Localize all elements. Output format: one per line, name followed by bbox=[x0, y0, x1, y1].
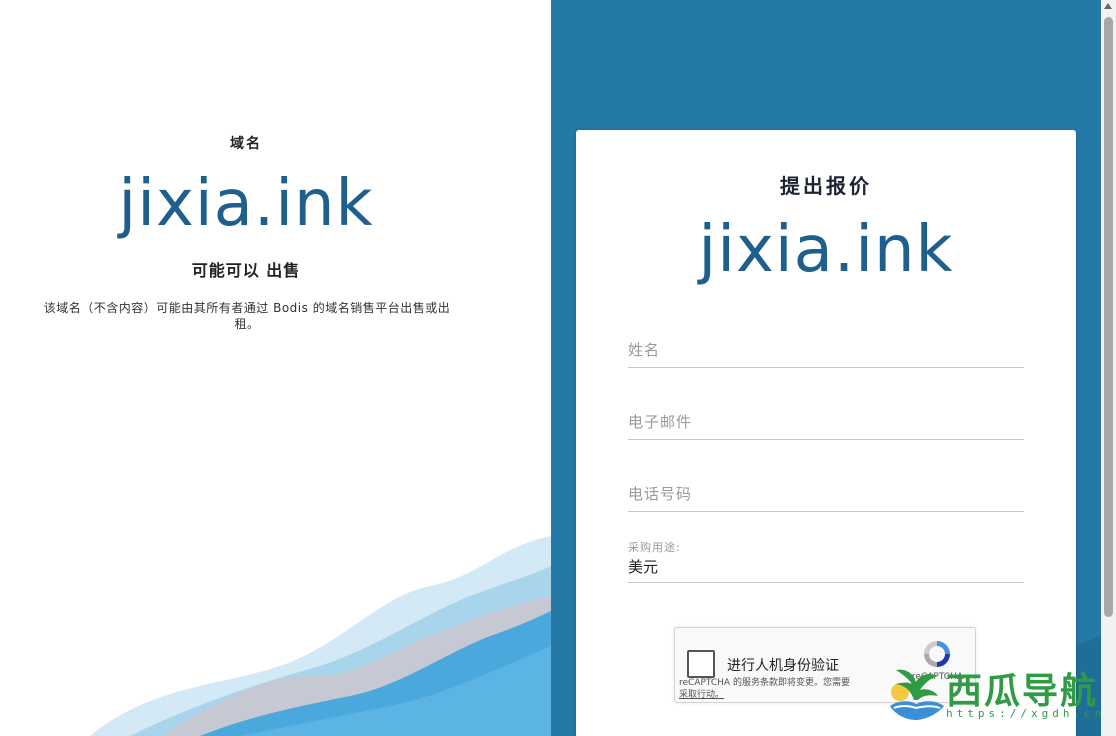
sale-status: 可能可以 出售 bbox=[191, 261, 301, 280]
currency-select[interactable]: 美元 bbox=[628, 553, 1024, 583]
sale-description: 该域名（不含内容）可能由其所有者通过 Bodis 的域名销售平台出售或出租。 bbox=[43, 301, 451, 331]
left-panel: 域名 jixia.ink 可能可以 出售 该域名（不含内容）可能由其所有者通过 … bbox=[0, 0, 551, 736]
form-title: 提出报价 bbox=[780, 174, 872, 198]
scroll-up-arrow-icon[interactable] bbox=[1104, 3, 1112, 9]
page-scrollbar[interactable] bbox=[1101, 0, 1116, 736]
offer-form-card: 提出报价 jixia.ink 采购用途: 美元 进行人机身份验证 reCAPTC… bbox=[576, 130, 1076, 736]
recaptcha-label: 进行人机身份验证 bbox=[727, 658, 839, 674]
name-input[interactable] bbox=[628, 334, 1024, 366]
recaptcha-terms-link[interactable]: 采取行动。 bbox=[679, 690, 724, 700]
scrollbar-thumb[interactable] bbox=[1104, 17, 1113, 617]
watermark-url: https://xgdh.cn bbox=[946, 707, 1106, 720]
phone-input[interactable] bbox=[628, 478, 1024, 510]
form-domain-name: jixia.ink bbox=[698, 213, 954, 287]
watermelon-logo-icon bbox=[890, 669, 944, 720]
decorative-waves bbox=[90, 536, 551, 736]
domain-label: 域名 bbox=[230, 136, 262, 152]
email-input[interactable] bbox=[628, 406, 1024, 438]
recaptcha-terms: reCAPTCHA 的服务条款即将变更。您需要 采取行动。 bbox=[679, 677, 850, 701]
recaptcha-checkbox[interactable] bbox=[687, 650, 715, 678]
email-field-wrapper bbox=[628, 406, 1024, 440]
name-field-wrapper bbox=[628, 334, 1024, 368]
right-panel: 提出报价 jixia.ink 采购用途: 美元 进行人机身份验证 reCAPTC… bbox=[551, 0, 1101, 736]
recaptcha-terms-text: reCAPTCHA 的服务条款即将变更。您需要 bbox=[679, 678, 850, 688]
phone-field-wrapper bbox=[628, 478, 1024, 512]
domain-name: jixia.ink bbox=[118, 167, 374, 241]
watermark: 西瓜导航 https://xgdh.cn bbox=[886, 660, 1101, 730]
